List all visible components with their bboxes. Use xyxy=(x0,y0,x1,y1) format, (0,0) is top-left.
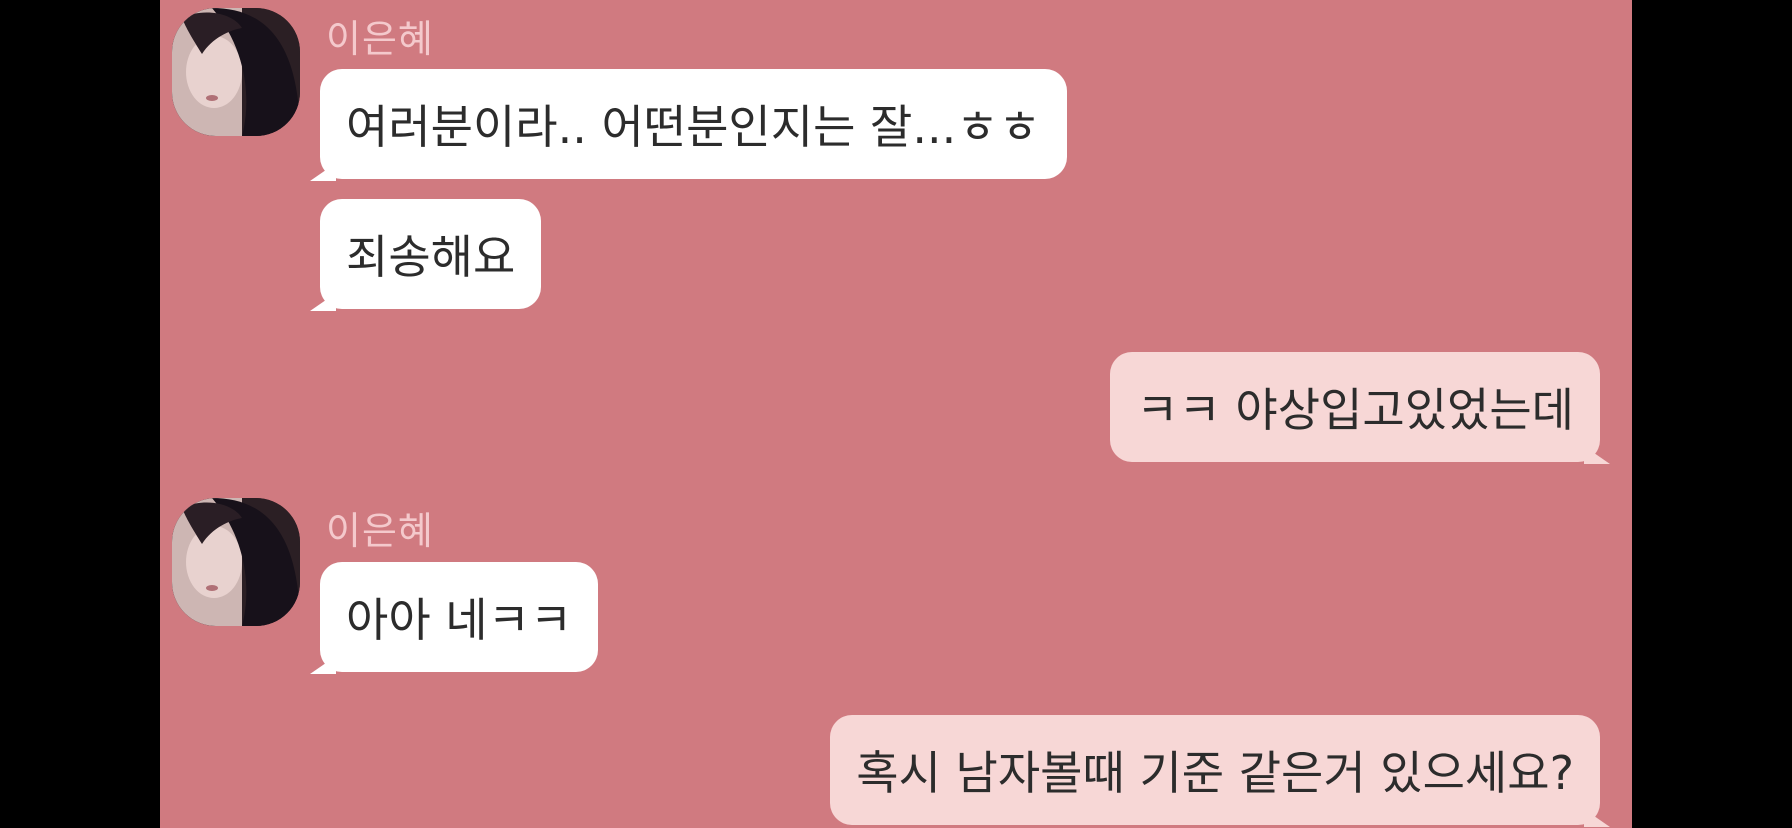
message-text: 아아 네ㅋㅋ xyxy=(346,593,573,647)
message-bubble-incoming[interactable]: 여러분이라.. 어떤분인지는 잘...ㅎㅎ xyxy=(310,69,1067,181)
sender-avatar[interactable] xyxy=(172,498,300,626)
message-bubble-outgoing[interactable]: ㅋㅋ 야상입고있었는데 xyxy=(1110,352,1610,464)
message-text: 여러분이라.. 어떤분인지는 잘...ㅎㅎ xyxy=(346,100,1041,154)
message-bubble-incoming[interactable]: 아아 네ㅋㅋ xyxy=(310,562,599,674)
bubble-tail xyxy=(310,293,336,311)
bubble-tail xyxy=(1584,446,1610,464)
profile-photo-icon xyxy=(172,498,300,626)
bubble-tail xyxy=(310,163,336,181)
bubble-tail xyxy=(1584,809,1610,827)
message-bubble-outgoing[interactable]: 혹시 남자볼때 기준 같은거 있으세요? xyxy=(830,715,1610,827)
sender-avatar[interactable] xyxy=(172,8,300,136)
message-text: 죄송해요 xyxy=(346,230,516,284)
bubble-tail xyxy=(310,656,336,674)
message-text: 혹시 남자볼때 기준 같은거 있으세요? xyxy=(856,746,1574,800)
message-text: ㅋㅋ 야상입고있었는데 xyxy=(1136,383,1574,437)
sender-name: 이은혜 xyxy=(326,509,434,553)
chat-screen: 이은혜 여러분이라.. 어떤분인지는 잘...ㅎㅎ 죄송해요 ㅋㅋ 야상입고있었… xyxy=(160,0,1632,828)
sender-name: 이은혜 xyxy=(326,17,434,61)
profile-photo-icon xyxy=(172,8,300,136)
message-bubble-incoming[interactable]: 죄송해요 xyxy=(310,199,542,311)
